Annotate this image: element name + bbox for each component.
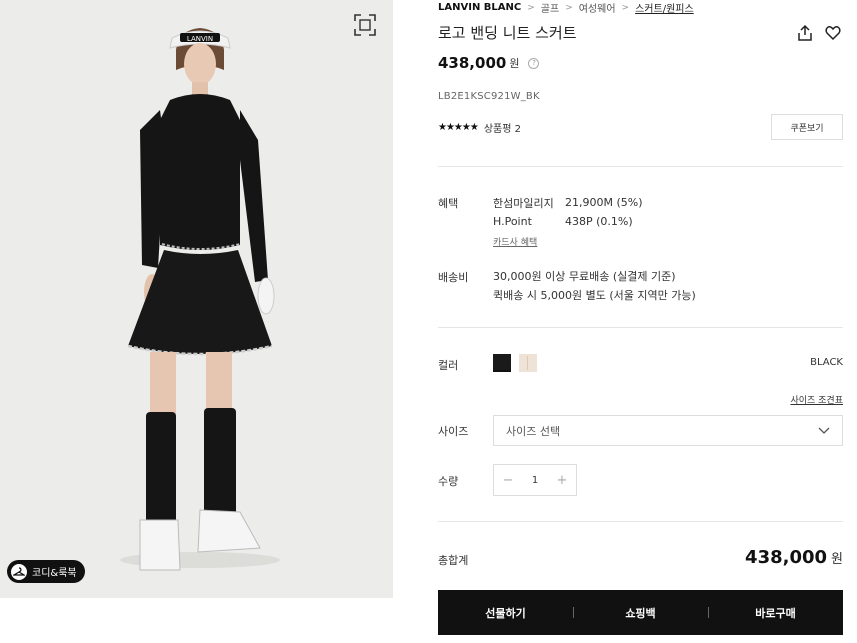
benefit-value: 438P (0.1%) [565,215,633,228]
chevron-right-icon: > [565,2,573,13]
benefit-row: H.Point 438P (0.1%) [493,212,643,231]
size-select[interactable]: 사이즈 선택 [493,415,843,446]
benefit-name: 한섬마일리지 [493,196,554,210]
coordi-lookbook-button[interactable]: 코디&룩북 [7,560,85,583]
gift-button[interactable]: 선물하기 [438,590,573,635]
share-icon [798,24,812,41]
benefit-table: 한섬마일리지 21,900M (5%) H.Point 438P (0.1%) [493,193,643,231]
visor-logo: LANVIN [187,35,213,43]
shipping-label: 배송비 [438,271,469,284]
breadcrumb: LANVIN BLANC > 골프 > 여성웨어 > 스커트/원피스 [438,0,694,15]
divider [438,521,843,522]
size-guide-link[interactable]: 사이즈 조견표 [790,393,843,406]
heart-icon [825,26,841,41]
rating-row: ★★★★★ 상품평 2 [438,120,521,135]
breadcrumb-item-womens[interactable]: 여성웨어 [579,0,616,15]
chevron-right-icon: > [527,2,535,13]
color-swatch-black[interactable] [493,354,511,372]
wishlist-button[interactable] [824,24,842,42]
quantity-label: 수량 [438,475,459,488]
selected-color-name: BLACK [810,357,843,368]
expand-icon [354,14,376,36]
product-price: 438,000 [438,54,507,72]
breadcrumb-item-skirt[interactable]: 스커트/원피스 [635,0,694,15]
size-label: 사이즈 [438,425,469,438]
breadcrumb-brand[interactable]: LANVIN BLANC [438,2,521,13]
product-image: LANVIN 코디&룩북 [0,0,393,598]
benefit-label: 혜택 [438,197,459,210]
quantity-minus-button[interactable]: − [494,465,522,495]
coordi-label: 코디&룩북 [32,568,77,579]
benefit-value: 21,900M (5%) [565,196,643,209]
benefit-name: H.Point [493,215,532,228]
shipping-line: 퀵배송 시 5,000원 별도 (서울 지역만 가능) [493,289,696,302]
color-swatches [493,354,537,372]
product-title: 로고 밴딩 니트 스커트 [438,24,577,42]
price-row: 438,000 원 ? [438,54,540,72]
quantity-stepper: − 1 + [493,464,577,496]
size-select-placeholder: 사이즈 선택 [506,424,561,438]
total-price-row: 438,000 원 [745,547,843,568]
question-icon[interactable]: ? [528,57,540,69]
action-bar: 선물하기 쇼핑백 바로구매 [438,590,843,635]
total-price: 438,000 [745,547,828,568]
color-label: 컬러 [438,359,459,372]
total-currency: 원 [831,552,843,567]
hanger-icon [11,563,27,580]
chevron-down-icon [818,427,830,434]
total-label: 총합계 [438,554,469,567]
price-currency: 원 [509,57,520,70]
divider [438,327,843,328]
product-info-panel: LANVIN BLANC > 골프 > 여성웨어 > 스커트/원피스 로고 밴딩… [438,0,843,643]
breadcrumb-item-golf[interactable]: 골프 [541,0,559,15]
model-illustration: LANVIN [120,28,280,571]
coupon-button[interactable]: 쿠폰보기 [771,114,843,140]
divider [438,166,843,167]
shipping-line: 30,000원 이상 무료배송 (실결제 기준) [493,270,676,283]
buy-now-button[interactable]: 바로구매 [708,590,843,635]
shipping-info: 30,000원 이상 무료배송 (실결제 기준) 퀵배송 시 5,000원 별도… [493,267,696,305]
benefit-row: 한섬마일리지 21,900M (5%) [493,193,643,212]
quantity-value[interactable]: 1 [522,475,548,486]
fullscreen-button[interactable] [354,14,376,36]
star-rating: ★★★★★ [438,122,479,133]
review-count-link[interactable]: 상품평 2 [484,120,521,135]
quantity-plus-button[interactable]: + [548,465,576,495]
chevron-right-icon: > [621,2,630,13]
share-button[interactable] [796,24,814,42]
card-benefit-link[interactable]: 카드사 혜택 [493,235,537,248]
product-sku: LB2E1KSC921W_BK [438,91,540,102]
color-swatch-beige[interactable] [519,354,537,372]
shopping-bag-button[interactable]: 쇼핑백 [573,590,708,635]
